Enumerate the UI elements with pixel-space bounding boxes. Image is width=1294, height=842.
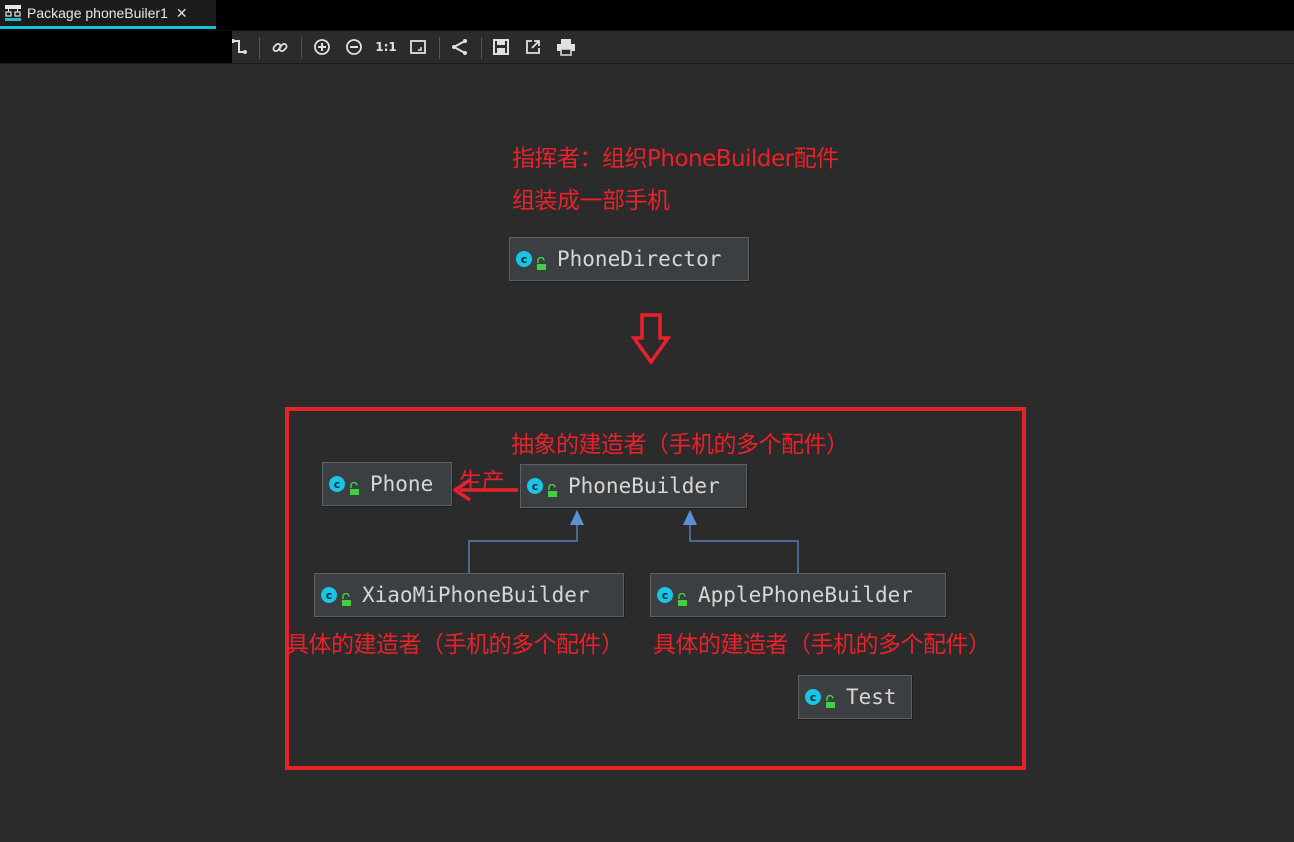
- class-name: Test: [846, 685, 897, 709]
- director-annotation-line1: 指挥者：组织PhoneBuilder配件: [512, 146, 839, 172]
- public-lock-icon: [348, 477, 360, 495]
- public-lock-icon: [340, 588, 352, 606]
- down-arrow: [630, 313, 672, 366]
- class-icon: c: [657, 587, 673, 603]
- class-name: ApplePhoneBuilder: [698, 583, 913, 607]
- abstract-builder-annotation: 抽象的建造者（手机的多个配件）: [511, 432, 849, 458]
- class-name: PhoneDirector: [557, 247, 722, 271]
- class-icon: c: [329, 476, 345, 492]
- produce-annotation: 生产: [459, 469, 505, 495]
- class-node-apple-phone-builder[interactable]: c ApplePhoneBuilder: [650, 573, 946, 617]
- apple-builder-annotation: 具体的建造者（手机的多个配件）: [653, 632, 991, 658]
- class-node-test[interactable]: c Test: [798, 675, 912, 719]
- public-lock-icon: [546, 479, 558, 497]
- class-name: Phone: [370, 472, 434, 496]
- class-name: PhoneBuilder: [568, 474, 720, 498]
- class-icon: c: [516, 251, 532, 267]
- class-icon: c: [321, 587, 337, 603]
- class-node-phone[interactable]: c Phone: [322, 462, 452, 506]
- class-node-phone-builder[interactable]: c PhoneBuilder: [520, 464, 747, 508]
- class-node-xiaomi-phone-builder[interactable]: c XiaoMiPhoneBuilder: [314, 573, 624, 617]
- public-lock-icon: [535, 252, 547, 270]
- xiaomi-builder-annotation: 具体的建造者（手机的多个配件）: [286, 632, 624, 658]
- class-icon: c: [805, 689, 821, 705]
- class-icon: c: [527, 478, 543, 494]
- class-node-phone-director[interactable]: c PhoneDirector: [509, 237, 749, 281]
- class-name: XiaoMiPhoneBuilder: [362, 583, 590, 607]
- director-annotation-line2: 组装成一部手机: [512, 188, 670, 214]
- public-lock-icon: [824, 690, 836, 708]
- public-lock-icon: [676, 588, 688, 606]
